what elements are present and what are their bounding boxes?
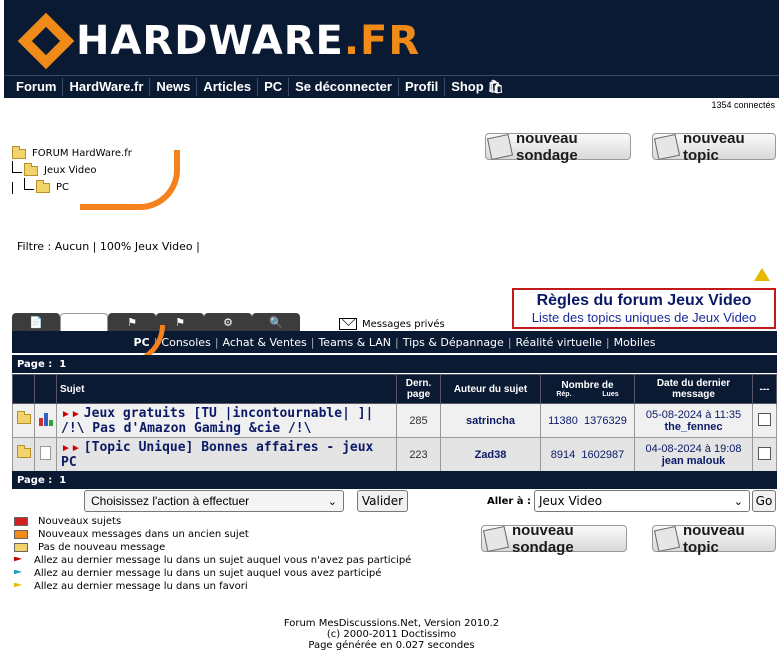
last-page-link[interactable]: 285 (396, 403, 441, 438)
warning-icon[interactable] (754, 268, 770, 281)
blue-flag-icon (14, 569, 22, 575)
nav-articles[interactable]: Articles (197, 78, 259, 96)
envelope-icon (339, 318, 357, 330)
nav-pc[interactable]: PC (258, 78, 290, 96)
tab-search-icon[interactable]: 🔍 (252, 313, 300, 331)
goto-select[interactable]: Jeux Video ⌄ (534, 490, 750, 512)
go-button[interactable]: Go (752, 490, 776, 512)
nav-news[interactable]: News (150, 78, 198, 96)
topics-table: Sujet Dern. page Auteur du sujet Nombre … (12, 374, 777, 472)
cat-vr[interactable]: Réalité virtuelle (516, 336, 602, 349)
chevron-down-icon: ⌄ (733, 495, 743, 508)
table-row: ►► Jeux gratuits [TU |incontournable| ]| … (12, 403, 777, 438)
shop-bag-icon: 🛍 (487, 79, 504, 94)
unique-topics-link[interactable]: Liste des topics uniques de Jeux Video (514, 310, 774, 325)
author-link[interactable]: Zad38 (440, 437, 541, 472)
new-topic-label: nouveau topic (683, 129, 745, 164)
row-checkbox[interactable] (758, 412, 771, 426)
flag-icon[interactable]: ►► (61, 409, 81, 420)
row-checkbox[interactable] (758, 446, 771, 460)
topic-link[interactable]: [Topic Unique] Bonnes affaires - jeux PC (61, 440, 373, 470)
new-messages-folder-icon (14, 530, 28, 539)
reply-count: 8914 (550, 448, 576, 461)
cat-achat-ventes[interactable]: Achat & Ventes (223, 336, 307, 349)
poll-icon (486, 133, 514, 161)
table-row: ►► [Topic Unique] Bonnes affaires - jeux … (12, 437, 777, 472)
read-count: 1602987 (581, 448, 625, 461)
validate-button[interactable]: Valider (357, 490, 408, 512)
read-count: 1376329 (584, 414, 627, 427)
topic-icon (653, 525, 681, 553)
flag-icon[interactable]: ►► (61, 443, 81, 454)
col-author: Auteur du sujet (440, 374, 541, 404)
page-1-link[interactable]: 1 (59, 475, 66, 486)
footer: Forum MesDiscussions.Net, Version 2010.2… (283, 618, 500, 651)
cat-tips[interactable]: Tips & Dépannage (403, 336, 504, 349)
tree-pc[interactable]: PC (56, 179, 69, 196)
star-icon (14, 582, 22, 588)
author-link[interactable]: satrincha (440, 403, 541, 438)
nav-hardware[interactable]: HardWare.fr (63, 78, 151, 96)
site-logo[interactable]: HARDWARE .FR (17, 12, 421, 70)
reply-count: 11380 (548, 414, 578, 427)
legend: Nouveaux sujets Nouveaux messages dans u… (14, 515, 411, 593)
new-topic-button-bottom[interactable]: nouveau topic (652, 522, 776, 556)
col-last-page: Dern. page (396, 374, 441, 404)
main-nav: Forum HardWare.fr News Articles PC Se dé… (4, 75, 779, 98)
topic-link[interactable]: Jeux gratuits [TU |incontournable| ]| /!… (61, 406, 373, 436)
goto-label: Aller à : (487, 496, 532, 507)
new-poll-label: nouveau sondage (516, 129, 578, 164)
logo-text: HARDWARE (76, 18, 344, 64)
document-icon (40, 446, 51, 460)
nav-logout[interactable]: Se déconnecter (289, 78, 399, 96)
new-poll-label: nouveau sondage (512, 521, 574, 556)
nav-shop[interactable]: Shop 🛍 (445, 78, 510, 96)
tab-all-icon[interactable]: 📄 (12, 313, 60, 331)
pagination-bottom: Page : 1 (12, 471, 777, 489)
connected-count: 1354 connectés (711, 100, 775, 110)
poll-chart-icon (38, 412, 53, 426)
topic-icon (653, 133, 681, 161)
nav-shop-label: Shop (451, 79, 484, 94)
nav-profile[interactable]: Profil (399, 78, 446, 96)
new-topic-label: nouveau topic (683, 521, 745, 556)
cat-teams-lan[interactable]: Teams & LAN (318, 336, 391, 349)
folder-icon (16, 445, 31, 458)
pagination-top: Page : 1 (12, 355, 777, 373)
new-poll-button-top[interactable]: nouveau sondage (485, 130, 631, 164)
private-messages-label: Messages privés (362, 318, 445, 330)
red-flag-icon (14, 556, 22, 562)
chevron-down-icon: ⌄ (327, 496, 337, 508)
folder-icon (12, 145, 26, 159)
poll-icon (482, 525, 510, 553)
filter-line: Filtre : Aucun | 100% Jeux Video | (17, 240, 200, 253)
logo-mark-icon (17, 12, 75, 70)
tab-favorites-icon[interactable]: ★ (60, 313, 108, 331)
last-message-link[interactable]: 05-08-2024 à 11:35 the_fennec (634, 403, 753, 438)
last-page-link[interactable]: 223 (396, 437, 441, 472)
folder-icon (16, 411, 31, 424)
orange-annotation (80, 150, 180, 210)
nav-forum[interactable]: Forum (10, 78, 64, 96)
new-topics-folder-icon (14, 517, 28, 526)
folder-icon (24, 162, 38, 176)
col-subject: Sujet (56, 374, 397, 404)
rules-link[interactable]: Règles du forum Jeux Video (514, 292, 774, 310)
private-messages[interactable]: Messages privés (339, 318, 445, 330)
col-more: --- (752, 374, 777, 404)
folder-icon (36, 179, 50, 193)
new-topic-button-top[interactable]: nouveau topic (652, 130, 776, 164)
tab-tools-icon[interactable]: ⚙ (204, 313, 252, 331)
cat-mobiles[interactable]: Mobiles (614, 336, 656, 349)
no-new-folder-icon (14, 543, 28, 552)
new-poll-button-bottom[interactable]: nouveau sondage (481, 522, 627, 556)
col-counts: Nombre de Rép. Lues (540, 374, 635, 404)
page-1-link[interactable]: 1 (59, 359, 66, 370)
cat-consoles[interactable]: Consoles (161, 336, 210, 349)
forum-rules-box: Règles du forum Jeux Video Liste des top… (512, 288, 776, 329)
action-select[interactable]: Choisissez l'action à effectuer ⌄ (84, 490, 344, 512)
last-message-link[interactable]: 04-08-2024 à 19:08 jean malouk (634, 437, 753, 472)
col-last-message: Date du dernier message (634, 374, 753, 404)
logo-accent: .FR (343, 18, 421, 64)
